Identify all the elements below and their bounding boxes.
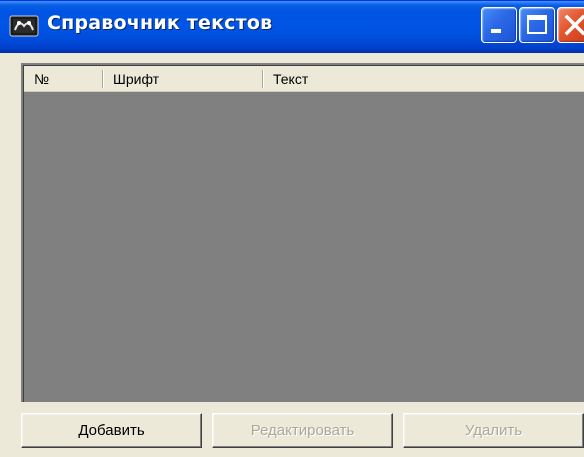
texts-list-body[interactable]: № Шрифт Текст <box>23 65 584 402</box>
minimize-icon <box>491 29 501 33</box>
add-button[interactable]: Добавить <box>21 413 202 448</box>
column-header-text[interactable]: Текст <box>263 66 584 92</box>
window-title: Справочник текстов <box>47 12 273 34</box>
app-icon[interactable] <box>9 14 39 38</box>
texts-list[interactable]: № Шрифт Текст <box>21 63 584 402</box>
close-button[interactable] <box>557 7 584 43</box>
app-window: Справочник текстов № Шрифт Текст Добавит… <box>0 0 584 457</box>
title-bar[interactable]: Справочник текстов <box>0 0 584 53</box>
column-header-number[interactable]: № <box>24 66 103 92</box>
maximize-icon <box>527 15 547 34</box>
delete-button: Удалить <box>403 413 584 448</box>
list-header: № Шрифт Текст <box>24 66 584 92</box>
close-icon <box>564 14 584 36</box>
edit-button: Редактировать <box>212 413 393 448</box>
column-header-font[interactable]: Шрифт <box>103 66 263 92</box>
minimize-button[interactable] <box>481 7 517 43</box>
maximize-button[interactable] <box>519 7 555 43</box>
